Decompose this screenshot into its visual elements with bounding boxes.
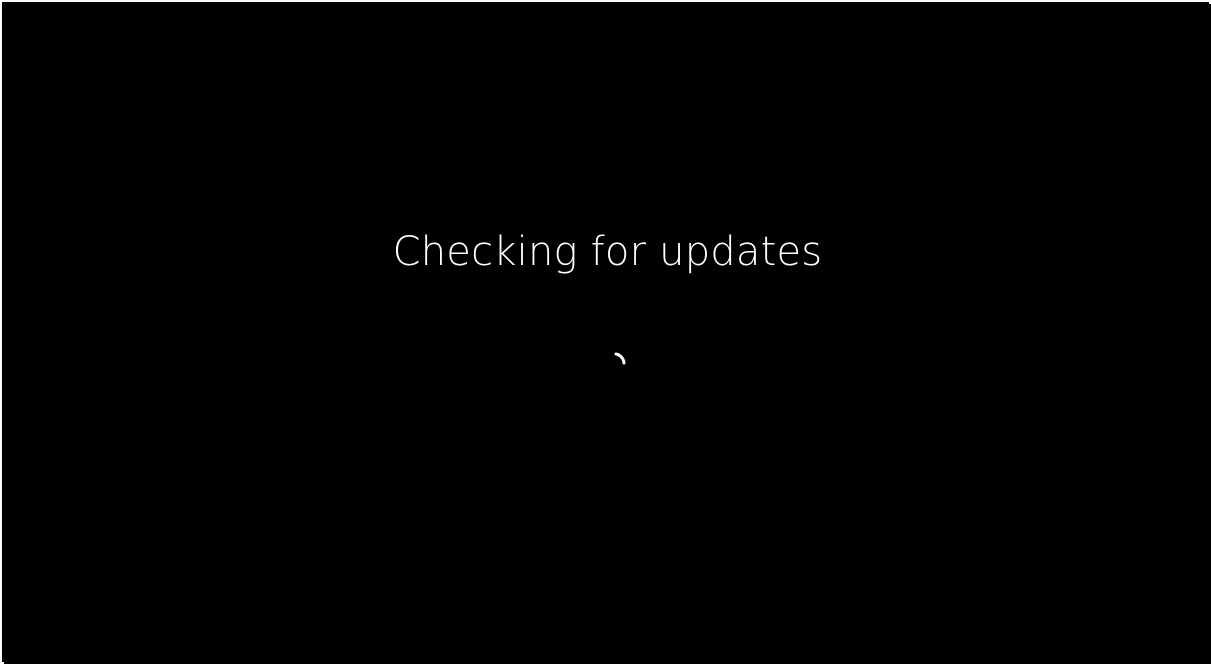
- update-screen-frame: Checking for updates: [0, 0, 1211, 664]
- loading-spinner-icon: [604, 347, 632, 375]
- checking-for-updates-text: Checking for updates: [392, 229, 823, 275]
- update-screen: Checking for updates: [4, 4, 1211, 664]
